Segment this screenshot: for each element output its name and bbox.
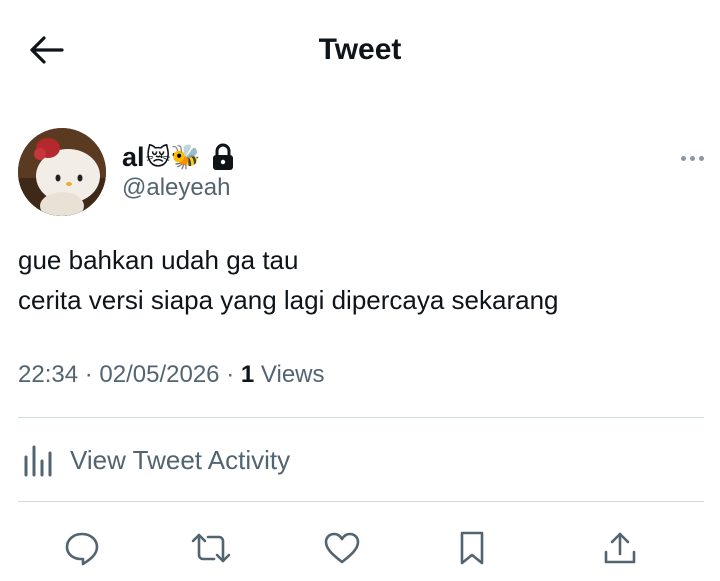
more-options-button[interactable] — [676, 148, 708, 168]
retweet-button[interactable] — [189, 526, 233, 570]
share-icon — [604, 532, 636, 564]
name-emojis: 😿🐝 — [145, 143, 201, 171]
meta-separator: · — [226, 361, 235, 388]
divider — [18, 417, 704, 418]
tweet-time[interactable]: 22:34 — [18, 361, 78, 388]
activity-label: View Tweet Activity — [70, 444, 291, 475]
author-handle[interactable]: @aleyeah — [122, 174, 230, 202]
reply-icon — [65, 532, 99, 566]
like-icon — [324, 532, 360, 564]
tweet-meta: 22:34 · 02/05/2026 · 1 Views — [18, 356, 325, 394]
tweet-date[interactable]: 02/05/2026 — [99, 361, 219, 388]
tweet-action-bar — [0, 520, 720, 576]
share-button[interactable] — [598, 526, 642, 570]
top-bar: Tweet — [0, 0, 720, 100]
author-display-name[interactable]: al — [122, 142, 145, 173]
tweet-text-line: gue bahkan udah ga tau — [18, 245, 299, 275]
meta-separator: · — [84, 361, 93, 388]
divider — [18, 501, 704, 502]
avatar-image — [18, 128, 106, 216]
lock-icon — [212, 143, 234, 171]
reply-button[interactable] — [60, 526, 104, 570]
bar-chart-icon — [22, 443, 56, 477]
tweet-text: gue bahkan udah ga tau cerita versi siap… — [18, 240, 708, 320]
page-title: Tweet — [318, 33, 402, 66]
view-tweet-activity-button[interactable]: View Tweet Activity — [18, 420, 704, 500]
more-dot-icon — [689, 155, 695, 161]
more-dot-icon — [698, 155, 704, 161]
like-button[interactable] — [320, 526, 364, 570]
views-count: 1 — [240, 361, 255, 388]
tweet-text-line: cerita versi siapa yang lagi dipercaya s… — [18, 285, 559, 315]
avatar[interactable] — [18, 128, 106, 216]
views-label: Views — [260, 361, 325, 388]
author-name-row[interactable]: al 😿🐝 — [122, 138, 234, 176]
retweet-icon — [191, 533, 231, 563]
bookmark-icon — [460, 531, 484, 565]
bookmark-button[interactable] — [450, 526, 494, 570]
more-dot-icon — [680, 155, 686, 161]
